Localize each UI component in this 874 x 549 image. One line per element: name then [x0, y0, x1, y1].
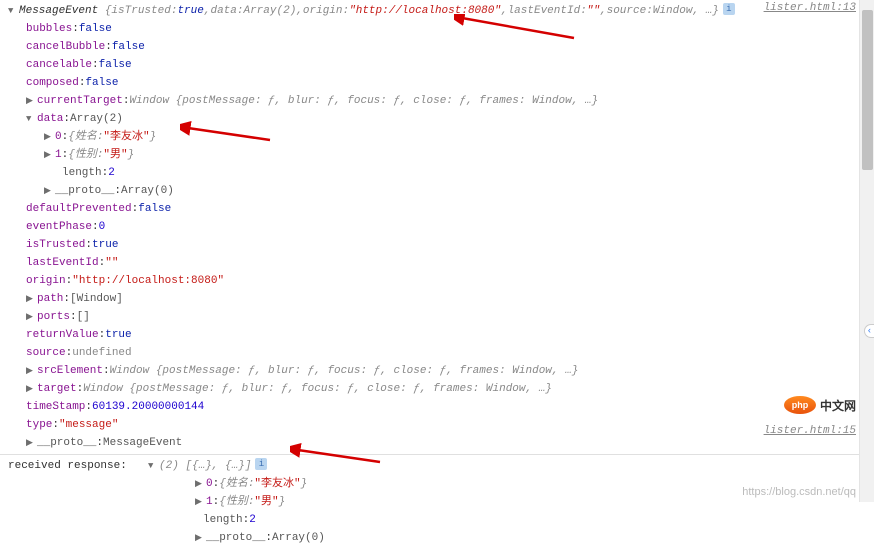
prop-defaultPrevented[interactable]: defaultPrevented: false	[0, 200, 874, 218]
prop-composed[interactable]: composed: false	[0, 74, 874, 92]
watermark: https://blog.csdn.net/qq	[742, 486, 856, 498]
side-handle-icon[interactable]: ‹	[864, 324, 874, 338]
disclosure-triangle-right-icon[interactable]: ▶	[26, 291, 35, 307]
disclosure-triangle-right-icon[interactable]: ▶	[26, 381, 35, 397]
disclosure-triangle-down-icon[interactable]: ▼	[8, 3, 17, 19]
prop-path[interactable]: ▶path: [Window]	[0, 290, 874, 308]
prop-type[interactable]: type: "message"	[0, 416, 874, 434]
data-item-1[interactable]: ▶1: {性别: "男"}	[0, 146, 874, 164]
prop-source[interactable]: source: undefined	[0, 344, 874, 362]
prop-ports[interactable]: ▶ports: []	[0, 308, 874, 326]
info-icon[interactable]: i	[255, 458, 267, 470]
disclosure-triangle-right-icon[interactable]: ▶	[26, 93, 35, 109]
disclosure-triangle-right-icon[interactable]: ▶	[195, 530, 204, 546]
disclosure-triangle-down-icon[interactable]: ▼	[26, 111, 35, 127]
scrollbar-thumb[interactable]	[862, 10, 873, 170]
response-length[interactable]: length: 2	[0, 511, 874, 529]
source-link[interactable]: lister.html:13	[764, 2, 856, 14]
response-label: received response:	[8, 458, 148, 474]
prop-lastEventId[interactable]: lastEventId: ""	[0, 254, 874, 272]
prop-bubbles[interactable]: bubbles: false	[0, 20, 874, 38]
php-badge-text: 中文网	[820, 397, 856, 414]
prop-length[interactable]: length: 2	[0, 164, 874, 182]
prop-srcElement[interactable]: ▶srcElement: Window {postMessage: ƒ, blu…	[0, 362, 874, 380]
php-logo-icon: php	[784, 396, 816, 414]
vertical-scrollbar[interactable]	[859, 0, 874, 502]
prop-data[interactable]: ▼data: Array(2)	[0, 110, 874, 128]
object-class: MessageEvent	[19, 3, 98, 19]
prop-proto-array[interactable]: ▶__proto__: Array(0)	[0, 182, 874, 200]
prop-target[interactable]: ▶target: Window {postMessage: ƒ, blur: ƒ…	[0, 380, 874, 398]
disclosure-triangle-right-icon[interactable]: ▶	[195, 494, 204, 510]
disclosure-triangle-right-icon[interactable]: ▶	[26, 309, 35, 325]
response-proto[interactable]: ▶__proto__: Array(0)	[0, 529, 874, 547]
prop-returnValue[interactable]: returnValue: true	[0, 326, 874, 344]
prop-currentTarget[interactable]: ▶currentTarget: Window {postMessage: ƒ, …	[0, 92, 874, 110]
disclosure-triangle-right-icon[interactable]: ▶	[44, 183, 53, 199]
disclosure-triangle-right-icon[interactable]: ▶	[44, 129, 53, 145]
prop-cancelBubble[interactable]: cancelBubble: false	[0, 38, 874, 56]
disclosure-triangle-right-icon[interactable]: ▶	[26, 435, 35, 451]
prop-timeStamp[interactable]: timeStamp: 60139.20000000144	[0, 398, 874, 416]
info-icon[interactable]: i	[723, 3, 735, 15]
response-summary[interactable]: received response: ▼ (2) [{…}, {…}] i	[0, 457, 874, 475]
console-output: lister.html:13 ▼ MessageEvent { isTruste…	[0, 0, 874, 549]
message-event-summary[interactable]: ▼ MessageEvent { isTrusted: true, data: …	[0, 2, 874, 20]
php-badge: php 中文网	[784, 396, 856, 414]
source-link[interactable]: lister.html:15	[764, 425, 856, 437]
disclosure-triangle-right-icon[interactable]: ▶	[44, 147, 53, 163]
prop-cancelable[interactable]: cancelable: false	[0, 56, 874, 74]
data-item-0[interactable]: ▶0: {姓名: "李友冰"}	[0, 128, 874, 146]
disclosure-triangle-right-icon[interactable]: ▶	[26, 363, 35, 379]
prop-origin[interactable]: origin: "http://localhost:8080"	[0, 272, 874, 290]
disclosure-triangle-down-icon[interactable]: ▼	[148, 458, 157, 474]
prop-eventPhase[interactable]: eventPhase: 0	[0, 218, 874, 236]
divider	[0, 454, 874, 455]
prop-proto[interactable]: ▶__proto__: MessageEvent	[0, 434, 874, 452]
disclosure-triangle-right-icon[interactable]: ▶	[195, 476, 204, 492]
prop-isTrusted[interactable]: isTrusted: true	[0, 236, 874, 254]
